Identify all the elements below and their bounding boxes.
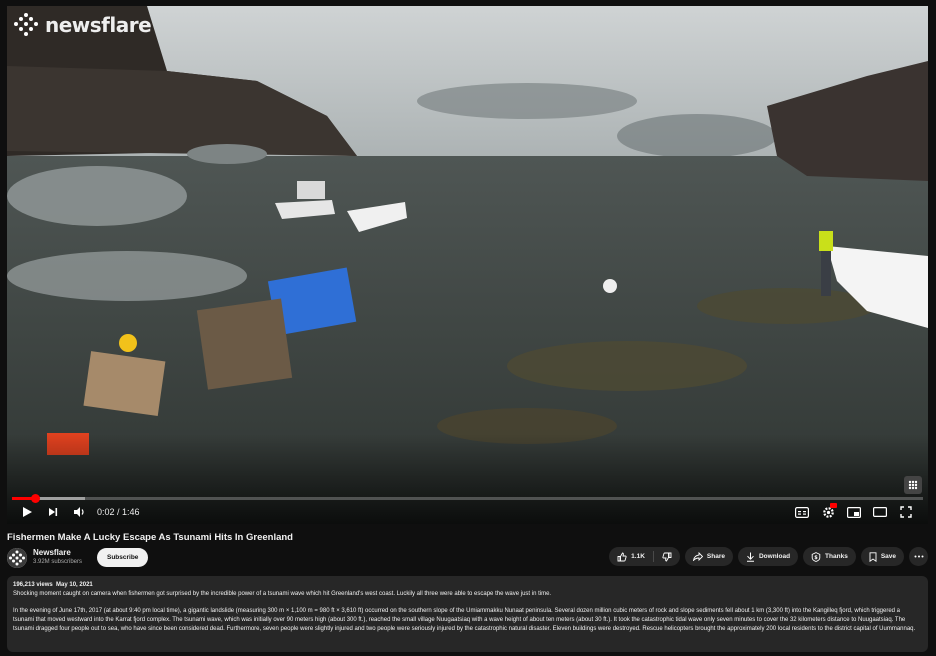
settings-button[interactable] — [816, 501, 840, 523]
mute-button[interactable] — [67, 501, 91, 523]
time-separator: / — [114, 507, 123, 517]
watermark-text: newsflare — [45, 13, 152, 37]
thumbs-up-icon — [617, 552, 627, 561]
fullscreen-button[interactable] — [894, 501, 918, 523]
volume-icon — [73, 507, 84, 517]
channel-row: Newsflare 3.92M subscribers Subscribe 1.… — [7, 546, 928, 570]
like-dislike-group: 1.1K — [609, 547, 680, 566]
description-summary: Shocking moment caught on camera when fi… — [13, 591, 552, 597]
upload-date: May 10, 2021 — [56, 582, 93, 588]
share-icon — [692, 552, 703, 561]
hd-badge-icon — [830, 503, 837, 508]
thumbs-down-icon — [662, 552, 672, 561]
like-button[interactable]: 1.1K — [609, 547, 653, 566]
save-label: Save — [880, 553, 896, 560]
channel-name[interactable]: Newsflare — [33, 548, 71, 557]
newsflare-watermark: newsflare — [13, 12, 152, 38]
more-horizontal-icon — [914, 555, 923, 558]
description-box[interactable]: 196,213 views May 10, 2021 Shocking mome… — [7, 576, 928, 652]
action-bar: 1.1K Share Download $ Thanks Save — [609, 547, 928, 566]
miniplayer-button[interactable] — [842, 501, 866, 523]
view-count: 196,213 views — [13, 582, 53, 588]
subscribe-button[interactable]: Subscribe — [97, 548, 149, 567]
subscriber-count: 3.92M subscribers — [33, 559, 83, 565]
miniplayer-icon — [847, 506, 861, 518]
video-player[interactable]: newsflare 0:02 / 1:46 — [7, 6, 928, 524]
newsflare-logo-icon — [14, 13, 38, 36]
channel-corner-icon[interactable] — [904, 476, 922, 494]
captions-icon — [795, 506, 809, 518]
download-label: Download — [758, 553, 791, 560]
time-display: 0:02 / 1:46 — [97, 507, 140, 517]
theater-mode-button[interactable] — [868, 501, 892, 523]
share-label: Share — [706, 553, 725, 560]
thanks-button[interactable]: $ Thanks — [803, 547, 856, 566]
time-total: 1:46 — [122, 507, 140, 517]
share-button[interactable]: Share — [684, 547, 733, 566]
theater-icon — [873, 507, 887, 517]
time-current: 0:02 — [97, 507, 115, 517]
thanks-icon: $ — [811, 551, 821, 562]
save-button[interactable]: Save — [860, 547, 904, 566]
download-icon — [746, 552, 754, 562]
like-count: 1.1K — [631, 553, 645, 560]
more-actions-button[interactable] — [909, 547, 928, 566]
thanks-label: Thanks — [825, 553, 848, 560]
skip-next-icon — [49, 508, 58, 516]
next-button[interactable] — [41, 501, 65, 523]
svg-text:$: $ — [814, 555, 818, 561]
play-icon — [23, 507, 32, 517]
download-button[interactable]: Download — [737, 547, 799, 566]
description-stats: 196,213 views May 10, 2021 — [13, 581, 922, 590]
description-body: In the evening of June 17th, 2017 (at ab… — [13, 608, 916, 632]
player-controls: 0:02 / 1:46 — [7, 500, 928, 524]
dislike-button[interactable] — [654, 547, 680, 566]
play-button[interactable] — [15, 501, 39, 523]
fullscreen-icon — [900, 506, 912, 518]
captions-button[interactable] — [790, 501, 814, 523]
channel-avatar[interactable] — [7, 548, 27, 568]
newsflare-avatar-icon — [7, 548, 27, 568]
save-playlist-icon — [869, 551, 877, 562]
video-title: Fishermen Make A Lucky Escape As Tsunami… — [7, 532, 293, 543]
